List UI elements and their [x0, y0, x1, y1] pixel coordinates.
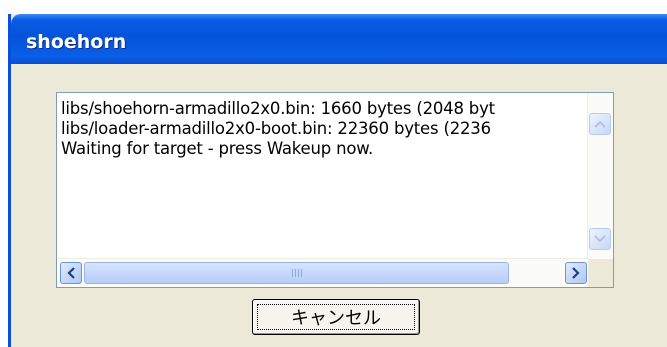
vertical-scrollbar[interactable] — [587, 93, 613, 259]
scroll-down-button[interactable] — [589, 228, 611, 250]
log-line: libs/loader-armadillo2x0-boot.bin: 22360… — [61, 119, 491, 138]
title-bar[interactable]: shoehorn — [11, 14, 667, 64]
scroll-left-button[interactable] — [60, 262, 82, 284]
log-text: libs/shoehorn-armadillo2x0.bin: 1660 byt… — [61, 99, 591, 159]
scroll-up-button[interactable] — [589, 113, 611, 135]
scroll-right-button[interactable] — [565, 262, 587, 284]
cancel-button[interactable]: キャンセル — [252, 299, 420, 335]
log-textarea[interactable]: libs/shoehorn-armadillo2x0.bin: 1660 byt… — [56, 92, 614, 288]
grip-icon — [291, 269, 302, 277]
cancel-button-label: キャンセル — [257, 304, 415, 330]
horizontal-scroll-thumb[interactable] — [84, 262, 509, 284]
dialog-window: shoehorn libs/shoehorn-armadillo2x0.bin:… — [8, 14, 667, 347]
log-line: Waiting for target - press Wakeup now. — [61, 139, 374, 158]
horizontal-scrollbar[interactable] — [57, 258, 589, 287]
scrollbar-corner — [588, 259, 613, 287]
window-title: shoehorn — [26, 31, 127, 53]
chevron-down-icon — [594, 235, 606, 243]
log-line: libs/shoehorn-armadillo2x0.bin: 1660 byt… — [61, 99, 495, 118]
chevron-left-icon — [67, 267, 75, 279]
chevron-up-icon — [594, 120, 606, 128]
chevron-right-icon — [572, 267, 580, 279]
